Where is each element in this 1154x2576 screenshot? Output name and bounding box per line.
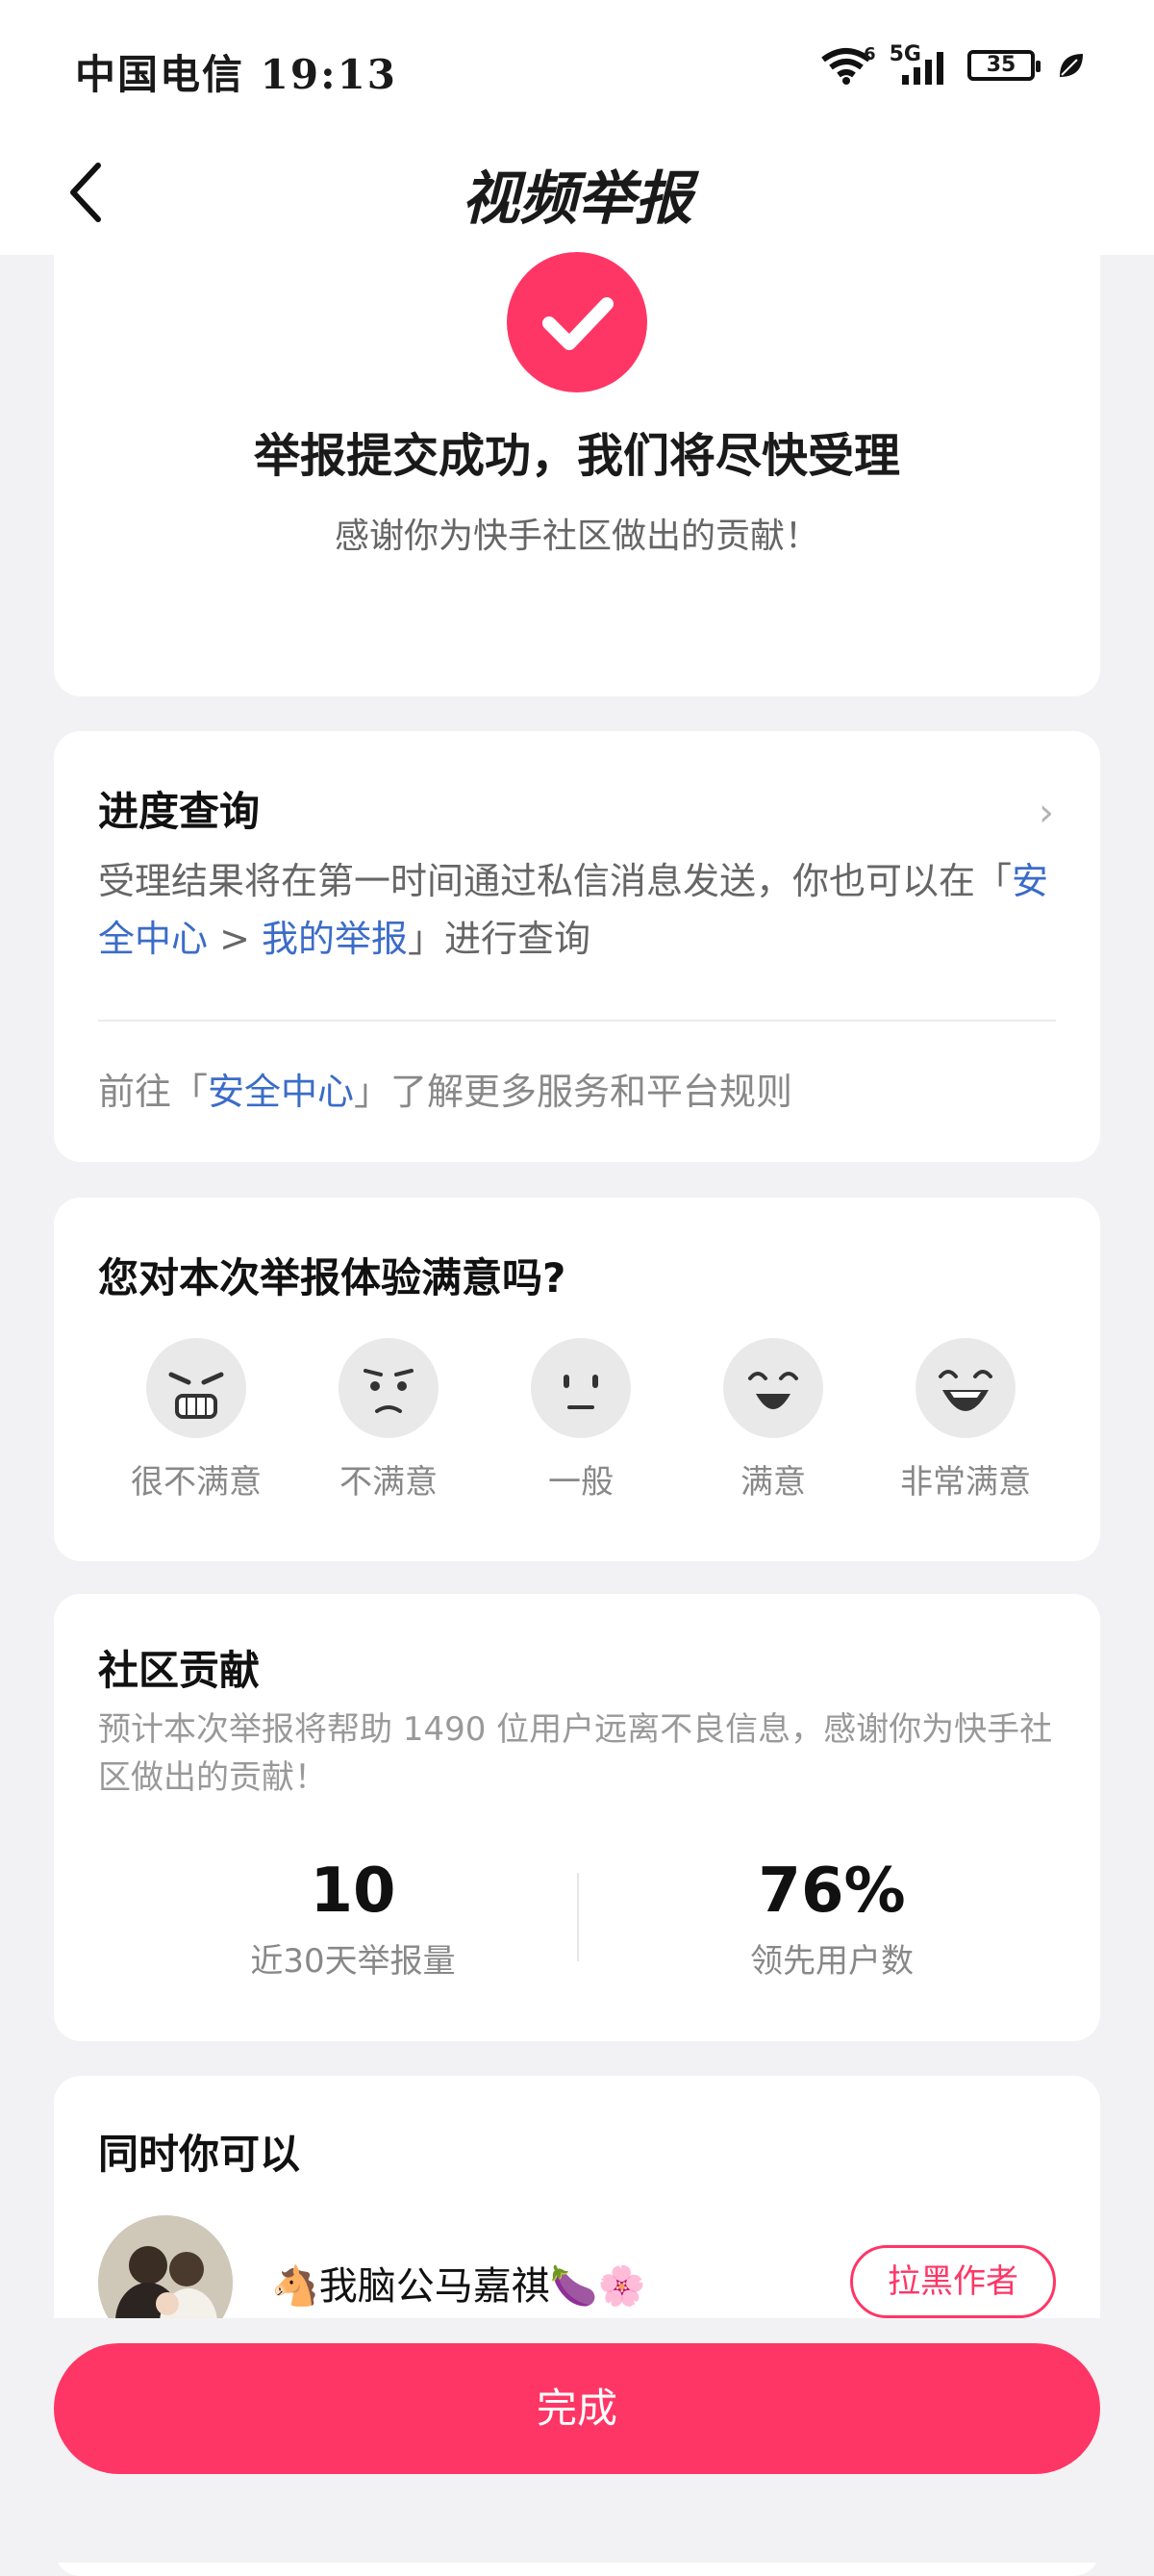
rating-options: 很不满意 不满意 一般 满意 非常满意 [100,1338,1062,1530]
progress-description: 受理结果将在第一时间通过私信消息发送，你也可以在「安全中心 > 我的举报」进行查… [98,852,1060,968]
goto-prefix: 前往「 [98,1071,209,1113]
divider [98,1020,1056,1022]
community-contribution-card: 社区贡献 预计本次举报将帮助 1490 位用户远离不良信息，感谢你为快手社区做出… [54,1594,1100,2041]
signal-bars-icon [902,52,943,85]
rating-option-satisfied[interactable]: 满意 [677,1338,869,1503]
rating-label: 满意 [740,1463,806,1502]
rating-label: 非常满意 [900,1463,1031,1502]
link-separator: > [208,918,263,960]
rating-label: 很不满意 [131,1463,262,1502]
satisfaction-survey-card: 您对本次举报体验满意吗? 很不满意 不满意 一般 满意 非常满意 [54,1198,1100,1561]
satisfied-face-icon [723,1338,823,1438]
leaf-icon [1060,54,1083,77]
rating-label: 一般 [548,1463,614,1502]
done-button[interactable]: 完成 [54,2343,1100,2474]
stat-value: 76% [758,1856,906,1927]
block-author-button[interactable]: 拉黑作者 [850,2245,1056,2318]
chevron-right-icon[interactable]: › [1039,791,1054,835]
more-title: 同时你可以 [98,2131,301,2178]
stat-leading-users: 76% 领先用户数 [625,1856,1039,1982]
stat-report-count: 10 近30天举报量 [146,1856,560,1982]
contribution-description: 预计本次举报将帮助 1490 位用户远离不良信息，感谢你为快手社区做出的贡献！ [98,1710,1053,1797]
stat-label: 近30天举报量 [250,1942,456,1981]
status-bar: 中国电信 19:13 6 5G 35 [0,0,1154,135]
rating-option-very-unsatisfied[interactable]: 很不满意 [100,1338,292,1503]
contribution-title: 社区贡献 [98,1647,261,1694]
rating-option-very-satisfied[interactable]: 非常满意 [869,1338,1062,1503]
carrier-time: 中国电信 19:13 [75,51,398,98]
progress-title: 进度查询 [98,788,261,835]
success-title: 举报提交成功，我们将尽快受理 [253,429,900,483]
author-name: 🐴我脑公马嘉祺🍆🌸 [271,2264,646,2309]
success-subtitle: 感谢你为快手社区做出的贡献！ [334,517,819,556]
goto-suffix: 」了解更多服务和平台规则 [354,1071,793,1113]
success-check-icon [507,252,647,392]
goto-security-center[interactable]: 前往「安全中心」了解更多服务和平台规则 [98,1062,792,1115]
stat-divider [577,1873,579,1961]
progress-desc-suffix: 」进行查询 [408,918,591,960]
my-reports-link[interactable]: 我的举报 [262,918,408,960]
rating-label: 不满意 [339,1463,438,1502]
signal-label-6: 6 [864,43,876,64]
rating-option-unsatisfied[interactable]: 不满意 [292,1338,485,1503]
survey-title: 您对本次举报体验满意吗? [98,1254,566,1301]
progress-desc-prefix: 受理结果将在第一时间通过私信消息发送，你也可以在「 [98,860,1013,902]
stat-label: 领先用户数 [750,1942,914,1981]
success-card: 举报提交成功，我们将尽快受理 感谢你为快手社区做出的贡献！ [54,252,1100,696]
neutral-face-icon [531,1338,631,1438]
battery-icon: 35 [967,50,1041,81]
status-icons: 6 5G 35 [819,42,1087,85]
nav-bar: 视频举报 [0,135,1154,255]
progress-query-card[interactable]: 进度查询 › 受理结果将在第一时间通过私信消息发送，你也可以在「安全中心 > 我… [54,731,1100,1162]
very-unsatisfied-face-icon [146,1338,246,1438]
goto-security-center-link[interactable]: 安全中心 [208,1071,354,1113]
rating-option-neutral[interactable]: 一般 [485,1338,677,1503]
very-satisfied-face-icon [916,1338,1016,1438]
page-title: 视频举报 [462,165,692,233]
unsatisfied-face-icon [339,1338,439,1438]
stat-value: 10 [310,1856,396,1927]
